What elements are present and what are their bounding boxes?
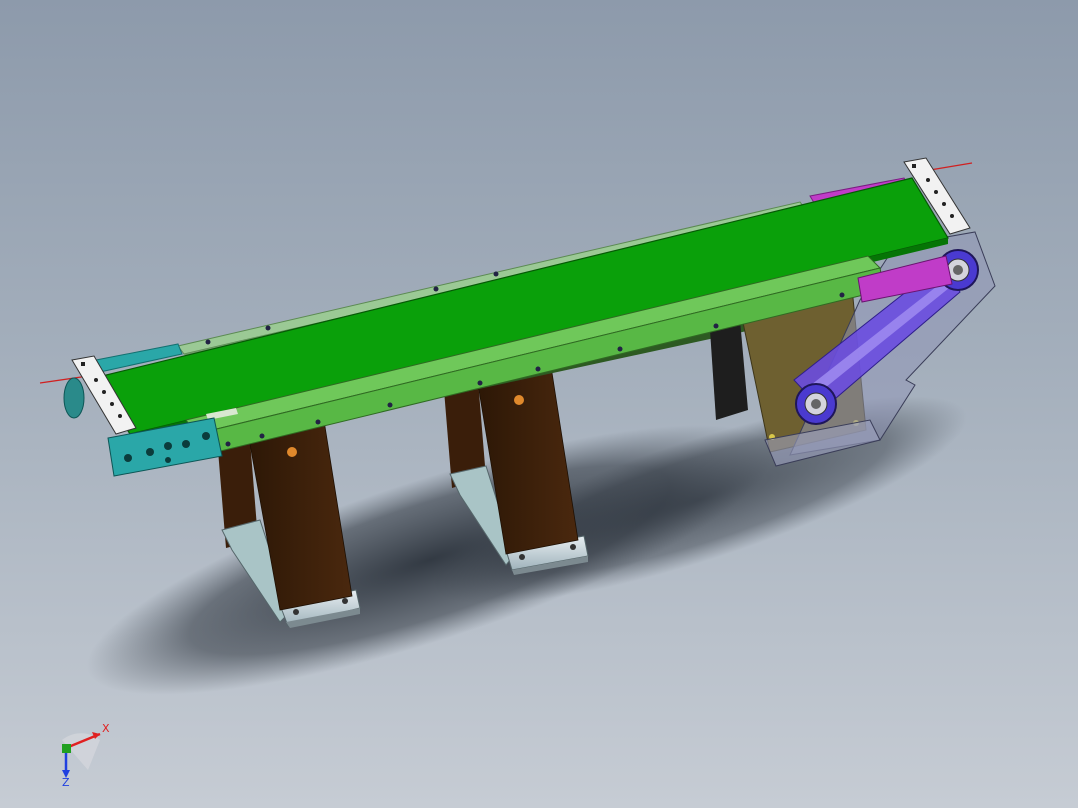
motor-pulley[interactable]: [795, 383, 837, 425]
conveyor-assembly-model[interactable]: [0, 0, 1078, 808]
graphics-viewport[interactable]: X Z: [0, 0, 1078, 808]
triad-z-label: Z: [62, 776, 70, 788]
triad-x-label: X: [102, 722, 110, 735]
orientation-triad[interactable]: X Z: [48, 718, 118, 788]
triad-y-axis: [62, 744, 71, 753]
end-roller-left[interactable]: [63, 377, 85, 419]
